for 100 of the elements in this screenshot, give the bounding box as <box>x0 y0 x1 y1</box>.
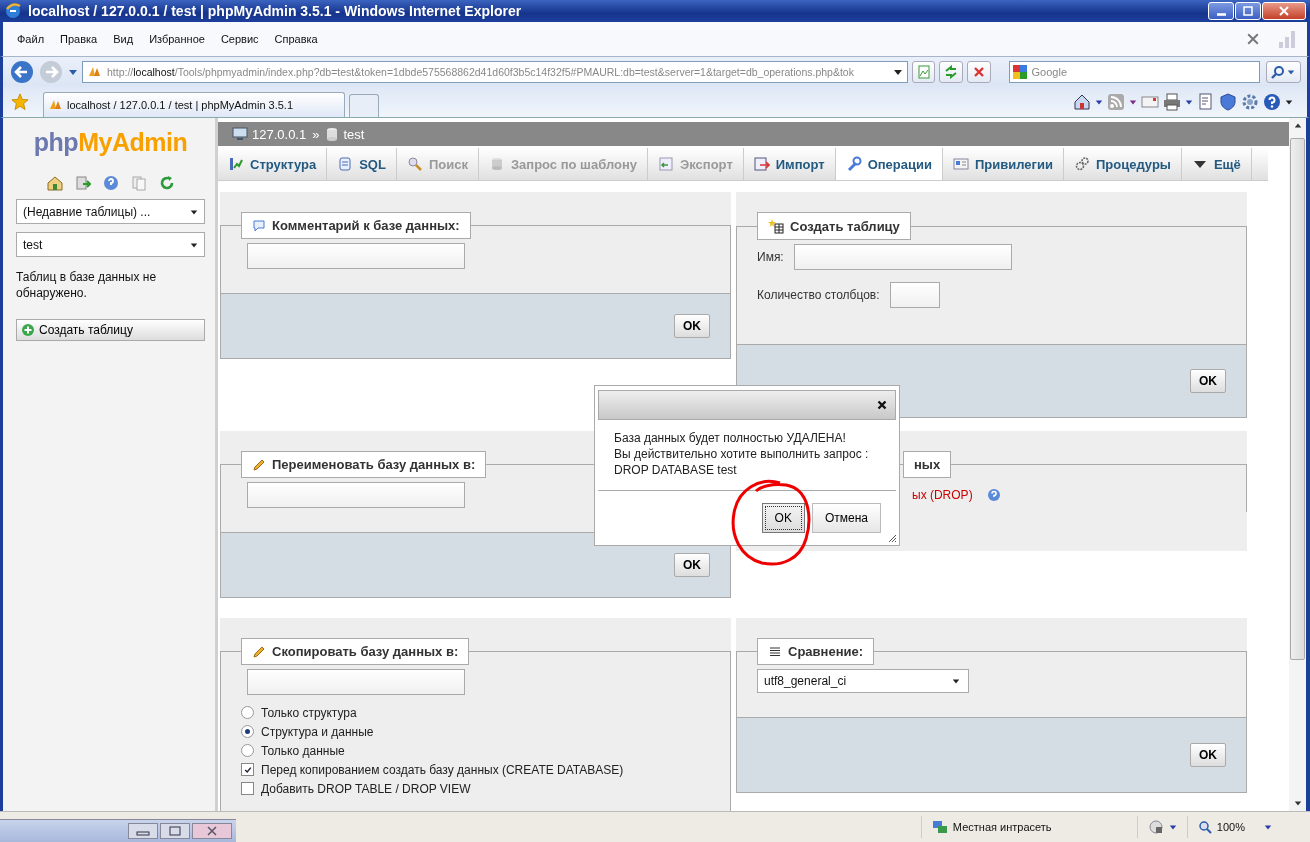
zoom-level[interactable]: 100% <box>1216 821 1245 833</box>
caret-icon[interactable] <box>1129 98 1137 106</box>
star-icon[interactable] <box>11 93 29 111</box>
new-name-field[interactable] <box>247 482 465 508</box>
shield-icon[interactable] <box>1219 93 1237 111</box>
tab[interactable]: Структура <box>218 148 328 180</box>
server-link[interactable]: 127.0.0.1 <box>252 126 307 142</box>
menu-item[interactable]: Сервис <box>212 33 267 45</box>
sql-icon <box>337 156 354 172</box>
breadcrumb-separator: » <box>312 126 320 142</box>
export-icon <box>658 156 674 172</box>
refresh-icon <box>944 65 959 79</box>
scrollbar[interactable] <box>1289 118 1306 811</box>
recent-tables-select[interactable]: (Недавние таблицы) ... <box>16 199 205 224</box>
exit-icon[interactable] <box>74 175 91 191</box>
copy-name-field[interactable] <box>247 669 465 695</box>
tab[interactable]: Привилегии <box>943 148 1064 180</box>
structure-icon <box>228 156 244 172</box>
caret-icon <box>1287 68 1296 76</box>
refresh-icon[interactable] <box>158 175 175 191</box>
stop-button[interactable] <box>966 61 991 83</box>
protected-mode-icon[interactable] <box>1147 819 1164 835</box>
database-link[interactable]: test <box>343 126 365 142</box>
minimize-icon <box>1216 13 1226 16</box>
mail-icon[interactable] <box>1141 93 1159 111</box>
menu-item[interactable]: Избранное <box>141 33 213 45</box>
caret-icon[interactable] <box>1095 98 1103 106</box>
dialog-message: DROP DATABASE test <box>614 462 738 478</box>
checkbox[interactable] <box>241 782 254 795</box>
help-icon[interactable] <box>102 175 119 191</box>
tab[interactable]: SQL <box>327 148 397 180</box>
check-icon <box>243 765 252 774</box>
close-button[interactable] <box>1262 2 1306 20</box>
printer-icon[interactable] <box>1163 93 1181 111</box>
search-provider-icon <box>1011 64 1028 80</box>
option-label: Только структура <box>261 705 357 720</box>
help-icon[interactable] <box>1263 93 1281 111</box>
scroll-down-icon[interactable] <box>1293 799 1302 807</box>
columns-count-field[interactable] <box>889 282 940 308</box>
address-field[interactable]: http://localhost/Tools/phpmyadmin/index.php?db=test&token=1dbde575568862d41d60f3b5c14f32f5#PMAURL:db=test&server=1&target=db_operations.php&tok <box>82 61 908 83</box>
collation-select[interactable]: utf8_general_ci <box>757 669 969 693</box>
ok-button[interactable]: OK <box>674 314 710 338</box>
tab[interactable]: Ещё <box>1181 148 1252 180</box>
menu-item[interactable]: Файл <box>9 33 53 45</box>
caret-icon[interactable] <box>1264 823 1272 831</box>
tab[interactable]: Импорт <box>743 148 836 180</box>
scroll-up-icon[interactable] <box>1293 122 1302 130</box>
tab[interactable]: Операции <box>835 148 943 180</box>
drop-database-link[interactable]: ых (DROP) <box>912 488 973 502</box>
menu-item[interactable]: Правка <box>52 33 106 45</box>
section-legend: Переименовать базу данных в: <box>241 451 487 478</box>
section-legend: Создать таблицу <box>757 212 911 240</box>
browser-tab[interactable]: localhost / 127.0.0.1 / test | phpMyAdmin 3.5.1 <box>43 92 345 117</box>
ok-button[interactable]: OK <box>1190 369 1226 393</box>
help-icon[interactable] <box>986 488 1001 502</box>
tab[interactable]: Процедуры <box>1064 148 1182 180</box>
dropdown-icon[interactable] <box>892 67 903 77</box>
minimize-button[interactable] <box>1208 2 1234 20</box>
settings-icon[interactable] <box>1241 93 1259 111</box>
ok-button[interactable]: OK <box>674 553 710 577</box>
radio-button[interactable] <box>241 725 254 738</box>
home-icon[interactable] <box>1073 93 1091 111</box>
create-table-button[interactable]: Создать таблицу <box>16 319 205 341</box>
window-title: localhost / 127.0.0.1 / test | phpMyAdmin 3.5.1 - Windows Internet Explorer <box>28 3 522 19</box>
back-button[interactable] <box>9 59 35 85</box>
option-label: Только данные <box>261 743 345 758</box>
database-icon <box>325 127 340 141</box>
comment-field[interactable] <box>247 243 465 269</box>
maximize-button[interactable] <box>1235 2 1261 20</box>
option-label: Перед копированием создать базу данных (CREATE DATABASE) <box>261 762 624 777</box>
caret-icon[interactable] <box>1168 823 1177 831</box>
resize-grip-icon[interactable] <box>887 533 897 543</box>
minimized-window[interactable] <box>0 819 236 842</box>
maximize-icon <box>1243 6 1253 16</box>
menu-item[interactable]: Справка <box>266 33 326 45</box>
caret-icon[interactable] <box>1185 98 1193 106</box>
compatibility-button[interactable] <box>911 61 936 83</box>
field-label: Имя: <box>757 250 784 264</box>
caret-icon[interactable] <box>1285 98 1293 106</box>
checkbox[interactable] <box>241 763 254 776</box>
server-icon <box>232 126 248 142</box>
refresh-button[interactable] <box>939 61 963 83</box>
close-icon[interactable] <box>877 400 887 410</box>
dialog-message: База данных будет полностью УДАЛЕНА! <box>614 430 847 446</box>
section-legend: Комментарий к базе данных: <box>241 212 471 239</box>
ok-button[interactable]: OK <box>1190 743 1226 767</box>
network-icon <box>931 819 948 835</box>
cancel-button[interactable]: Отмена <box>811 503 881 533</box>
search-button[interactable] <box>1265 61 1302 83</box>
search-field[interactable]: Google <box>1008 61 1260 83</box>
confirm-button[interactable]: OK <box>761 503 805 533</box>
minimize-icon[interactable] <box>128 823 158 839</box>
menu-item[interactable]: Вид <box>105 33 142 45</box>
bars-icon <box>1277 29 1297 49</box>
database-select[interactable]: test <box>16 232 205 257</box>
logo[interactable]: phpMyAdmin <box>33 128 188 157</box>
radio-button[interactable] <box>241 706 254 719</box>
radio-button[interactable] <box>241 744 254 757</box>
maximize-icon[interactable] <box>160 823 190 839</box>
table-name-field[interactable] <box>793 244 1012 270</box>
